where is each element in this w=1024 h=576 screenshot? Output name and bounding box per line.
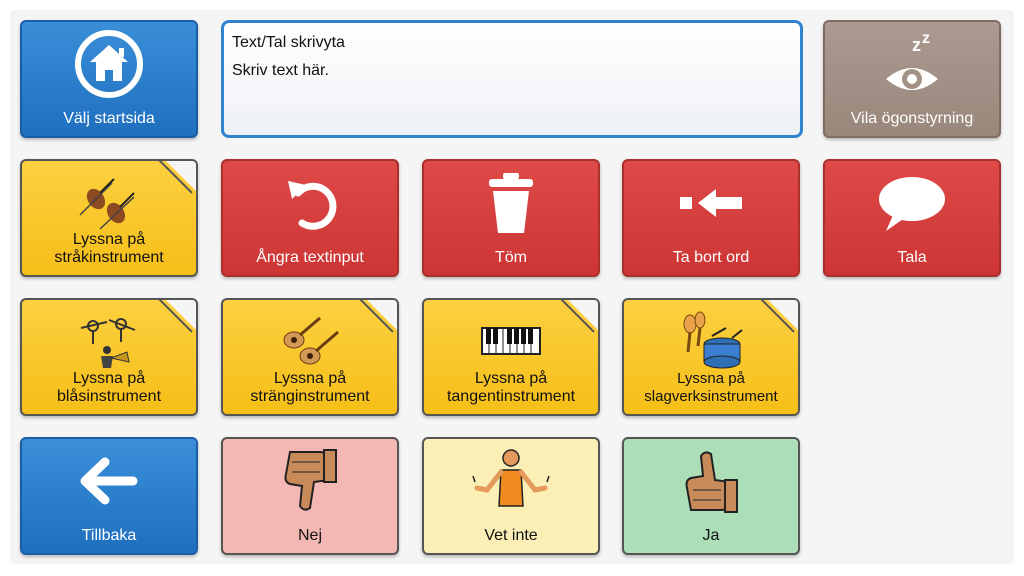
thumbs-up-icon (624, 449, 798, 513)
wind-instruments-icon (22, 314, 196, 370)
no-button[interactable]: Nej (221, 437, 399, 555)
listen-percussion-label: Lyssna på slagverksinstrument (644, 370, 778, 405)
trash-icon (424, 171, 598, 235)
svg-text:z: z (922, 30, 930, 47)
listen-strings-button[interactable]: Lyssna på stråkinstrument (20, 159, 198, 277)
home-icon (22, 30, 196, 98)
text-area-title: Text/Tal skrivyta (232, 34, 345, 51)
dont-know-label: Vet inte (484, 527, 538, 544)
shrug-person-icon (424, 449, 598, 513)
clear-button[interactable]: Töm (422, 159, 600, 277)
delete-word-label: Ta bort ord (672, 249, 750, 266)
svg-text:z: z (912, 35, 921, 55)
dont-know-button[interactable]: Vet inte (422, 437, 600, 555)
back-label: Tillbaka (81, 527, 137, 544)
undo-text-input-label: Ångra textinput (256, 249, 364, 266)
listen-keyboard-label: Lyssna på tangentinstrument (446, 370, 576, 405)
listen-wind-button[interactable]: Lyssna på blåsinstrument (20, 298, 198, 416)
undo-icon (223, 171, 397, 235)
eye-sleep-icon: z z (825, 30, 999, 96)
undo-text-input-button[interactable]: Ångra textinput (221, 159, 399, 277)
listen-string-instruments-label: Lyssna på stränginstrument (250, 370, 370, 405)
back-button[interactable]: Tillbaka (20, 437, 198, 555)
piano-keys-icon (424, 316, 598, 366)
yes-label: Ja (702, 527, 720, 544)
text-area-content: Skriv text här. (232, 62, 329, 79)
violins-icon (22, 175, 196, 231)
speak-button[interactable]: Tala (823, 159, 1001, 277)
rest-eye-tracking-button[interactable]: z z Vila ögonstyrning (823, 20, 1001, 138)
yes-button[interactable]: Ja (622, 437, 800, 555)
drum-maracas-icon (624, 310, 798, 370)
delete-word-button[interactable]: Ta bort ord (622, 159, 800, 277)
left-arrow-icon (22, 449, 196, 513)
home-select-label: Välj startsida (63, 110, 155, 127)
rest-eye-tracking-label: Vila ögonstyrning (850, 110, 974, 127)
text-input-area[interactable]: Text/Tal skrivyta Skriv text här. (221, 20, 803, 138)
no-label: Nej (297, 527, 322, 544)
guitars-icon (223, 310, 397, 370)
listen-string-instruments-button[interactable]: Lyssna på stränginstrument (221, 298, 399, 416)
listen-strings-label: Lyssna på stråkinstrument (54, 231, 164, 266)
speak-label: Tala (897, 249, 927, 266)
backspace-arrow-icon (624, 171, 798, 235)
clear-label: Töm (495, 249, 527, 266)
page: Välj startsida Text/Tal skrivyta Skriv t… (0, 0, 1024, 576)
listen-percussion-button[interactable]: Lyssna på slagverksinstrument (622, 298, 800, 416)
home-select-button[interactable]: Välj startsida (20, 20, 198, 138)
thumbs-down-icon (223, 449, 397, 513)
speech-bubble-icon (825, 171, 999, 235)
listen-wind-label: Lyssna på blåsinstrument (56, 370, 162, 405)
listen-keyboard-button[interactable]: Lyssna på tangentinstrument (422, 298, 600, 416)
